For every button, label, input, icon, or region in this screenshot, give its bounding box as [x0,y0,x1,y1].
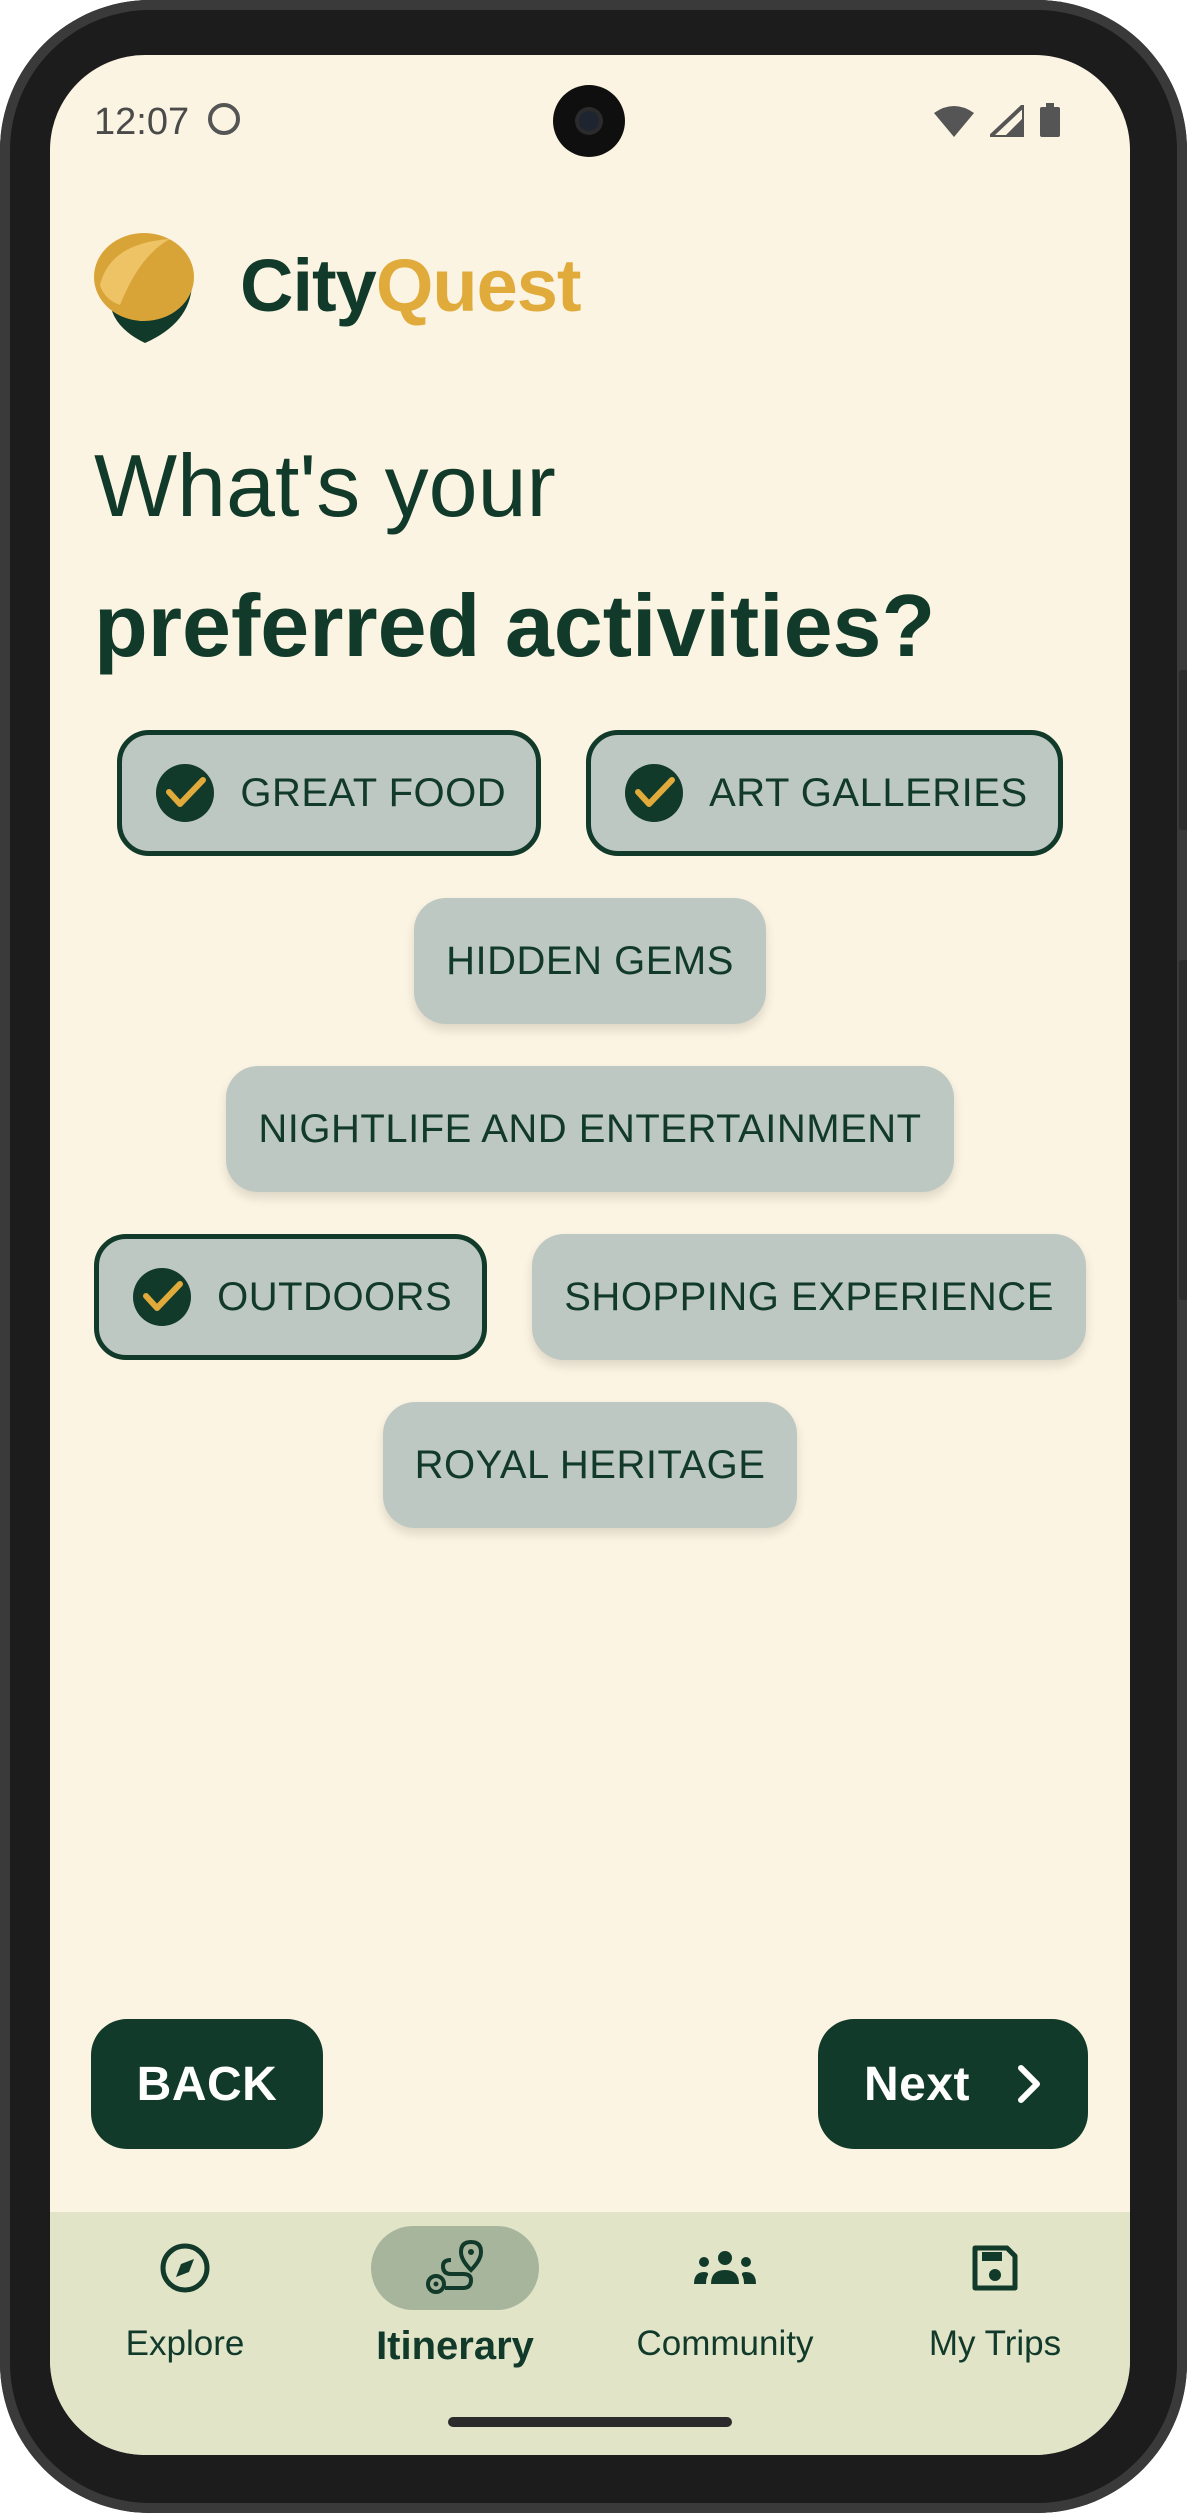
chip-label: OUTDOORS [217,1274,453,1319]
nav-item-my-trips[interactable]: My Trips [860,2226,1130,2396]
nav-label: Itinerary [376,2324,534,2368]
chip-label: HIDDEN GEMS [446,938,734,983]
chip-royal-heritage[interactable]: ROYAL HERITAGE [382,1402,798,1528]
volume-button [1179,670,1187,830]
nav-label: Explore [125,2324,245,2363]
chip-label: GREAT FOOD [240,770,507,815]
back-button[interactable]: BACK [91,2019,323,2149]
route-icon [426,2239,484,2294]
app-logo: CityQuest [90,225,582,345]
face-notification-icon [208,103,240,135]
chip-label: SHOPPING EXPERIENCE [564,1274,1054,1319]
back-button-label: BACK [136,2057,278,2111]
brand-name: CityQuest [240,243,582,328]
wifi-icon [934,106,974,137]
chip-art-galleries[interactable]: ART GALLERIES [586,730,1063,856]
screen: 12:07 CityQuest What's your preferred ac… [50,55,1130,2455]
signal-icon [990,105,1024,137]
page-title-line1: What's your [94,436,556,535]
nav-item-explore[interactable]: Explore [50,2226,320,2396]
chip-hidden-gems[interactable]: HIDDEN GEMS [414,898,766,1024]
nav-label: My Trips [928,2324,1062,2363]
chip-nightlife[interactable]: NIGHTLIFE AND ENTERTAINMENT [226,1066,954,1192]
check-icon [156,764,215,822]
activity-chips: GREAT FOOD ART GALLERIES HIDDEN GEMS NIG… [50,730,1130,1570]
cityquest-logo-icon [94,233,194,343]
front-camera [553,85,625,157]
chip-label: ROYAL HERITAGE [414,1442,766,1487]
phone-frame: 12:07 CityQuest What's your preferred ac… [0,0,1187,2513]
nav-item-itinerary[interactable]: Itinerary [320,2226,590,2396]
nav-label: Community [636,2324,814,2363]
nav-icon-container [641,2226,809,2310]
page-title-line2: preferred activities? [94,576,936,675]
check-icon [625,764,684,822]
compass-icon [160,2243,210,2293]
chip-outdoors[interactable]: OUTDOORS [94,1234,488,1360]
battery-icon [1040,103,1060,137]
save-icon [972,2245,1018,2291]
check-icon [133,1268,192,1326]
chip-label: NIGHTLIFE AND ENTERTAINMENT [258,1106,922,1151]
status-icons [934,103,1060,137]
brand-name-city: City [240,243,377,327]
side-button [1179,960,1187,1300]
chip-shopping[interactable]: SHOPPING EXPERIENCE [532,1234,1086,1360]
nav-item-community[interactable]: Community [590,2226,860,2396]
chip-label: ART GALLERIES [709,770,1028,815]
status-time: 12:07 [94,101,190,143]
nav-icon-container [371,2226,539,2310]
next-button-label: Next [863,2057,971,2111]
home-indicator[interactable] [448,2417,732,2427]
groups-icon [694,2251,756,2284]
next-button[interactable]: Next [818,2019,1088,2149]
nav-icon-container [911,2226,1079,2310]
brand-name-quest: Quest [375,243,582,327]
chevron-right-icon [1018,2065,1041,2103]
nav-icon-container [101,2226,269,2310]
chip-great-food[interactable]: GREAT FOOD [117,730,542,856]
status-bar: 12:07 [50,55,1130,185]
